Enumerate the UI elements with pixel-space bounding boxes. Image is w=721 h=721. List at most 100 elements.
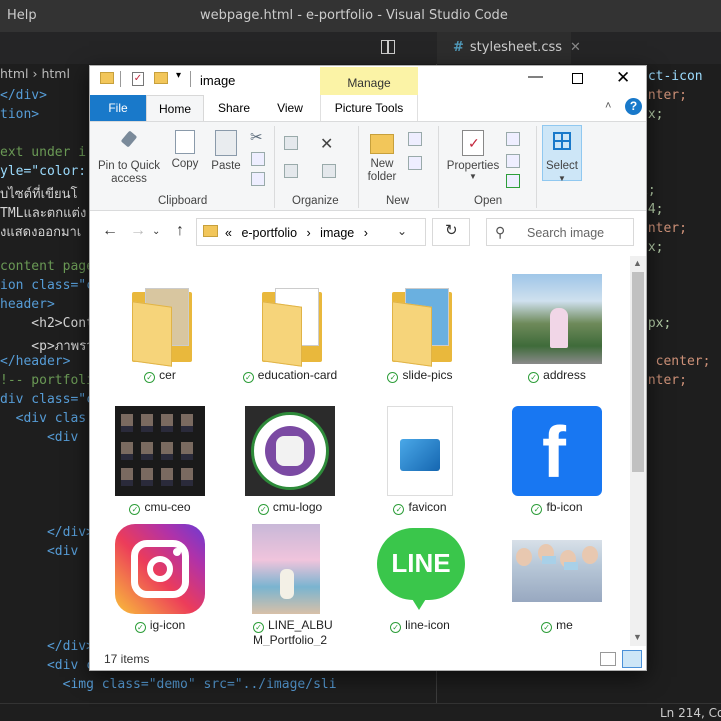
file-item[interactable]: ✓ slide-pics [365,264,475,384]
file-item[interactable]: LINE ✓ line-icon [365,514,475,634]
ribbon-tabs: File Home Share View Picture Tools ˄ ? [90,95,646,121]
tab-view[interactable]: View [264,95,316,121]
tab-home[interactable]: Home [146,95,204,121]
chevron-right-icon[interactable]: › [364,226,368,240]
menu-help[interactable]: Help [7,8,37,23]
divider [190,71,191,87]
delete-icon[interactable]: ✕ [320,134,333,154]
tab-stylesheet[interactable]: # stylesheet.css ✕ [437,32,581,64]
code-line: : center; [640,354,711,369]
breadcrumb-item[interactable]: html [41,66,69,81]
select-button[interactable] [542,125,582,181]
manage-tab[interactable]: Manage [320,67,418,97]
tab-picture-tools[interactable]: Picture Tools [320,95,418,121]
file-item[interactable]: ✓LINE_ALBUM_Portfolio_221106_0 [235,514,345,646]
file-label: ✓ me [502,618,612,633]
up-icon[interactable]: ↑ [176,222,184,240]
edit-icon[interactable] [506,154,520,168]
file-item[interactable]: f ✓ fb-icon [502,396,612,516]
instagram-icon [115,524,205,614]
recent-locations-icon[interactable]: ⌄ [152,226,160,237]
paste-shortcut-icon[interactable] [251,172,265,186]
history-icon[interactable] [506,174,520,188]
file-item[interactable]: ✓ address [502,264,612,384]
forward-icon[interactable]: → [130,222,146,240]
details-view-icon[interactable] [600,652,616,666]
copy-path-icon[interactable] [251,152,265,166]
photo-thumbnail [512,274,602,364]
properties-quick-icon[interactable]: ✓ [132,72,144,86]
scroll-thumb[interactable] [632,272,644,472]
close-tab-icon[interactable]: ✕ [570,40,581,55]
file-explorer-window: ✓ ▾ image Manage — ✕ File Home Share Vie… [89,65,647,671]
file-item[interactable]: ✓ ig-icon [105,514,215,634]
file-item[interactable]: ✓ me [502,514,612,634]
code-line: บไซต์ที่เขียนโ [0,187,78,202]
group-label-clipboard: Clipboard [158,195,208,207]
properties-label: Properties [446,160,500,172]
css-file-icon: # [453,40,464,55]
collapse-ribbon-icon[interactable]: ˄ [605,100,611,112]
file-list-scrollbar[interactable]: ▲ ▼ [630,256,646,646]
group-label-organize: Organize [292,195,339,207]
cursor-position[interactable]: Ln 214, Col [660,706,721,720]
scroll-down-icon[interactable]: ▼ [633,632,642,642]
large-icons-view-icon[interactable] [622,650,642,668]
refresh-icon: ↻ [445,222,458,239]
cut-icon[interactable]: ✂ [250,128,263,146]
new-folder-button[interactable]: New folder [362,130,402,184]
file-item[interactable]: ✓ cmu-ceo [105,396,215,516]
code-line: <h2>Conte [0,316,102,331]
new-folder-quick-icon[interactable] [154,72,168,84]
help-icon[interactable]: ? [625,98,642,115]
open-icon[interactable] [506,132,520,146]
folder-icon [115,274,205,367]
back-icon[interactable]: ← [102,222,118,240]
divider [120,71,121,87]
new-folder-icon [370,134,394,154]
breadcrumb: html › html [0,66,70,81]
crumb-image[interactable]: image [320,226,354,240]
rename-icon[interactable] [322,164,336,178]
tab-share[interactable]: Share [208,95,260,121]
search-box[interactable]: ⚲ Search image [486,218,634,246]
new-item-icon[interactable] [408,132,422,146]
tab-file[interactable]: File [90,95,146,121]
address-bar[interactable]: « e-portfolio › image › ⌄ [196,218,426,246]
file-label: ✓ address [502,368,612,383]
split-editor-icon[interactable] [381,40,395,54]
maximize-icon[interactable] [572,73,583,84]
logo-thumbnail [245,406,335,496]
code-line: !-- portfoli [0,373,94,388]
explorer-status-bar: 17 items [90,648,646,670]
scroll-up-icon[interactable]: ▲ [633,258,642,268]
paste-button[interactable]: Paste [208,130,244,172]
customize-toolbar-icon[interactable]: ▾ [176,70,181,81]
file-label: ✓ fb-icon [502,500,612,515]
file-list: ✓ cer ✓ education-card ✓ slide-pics ✓ addres… [90,256,630,646]
close-icon[interactable]: ✕ [616,68,630,88]
minimize-icon[interactable]: — [528,68,543,85]
file-label: ✓ cer [105,368,215,383]
file-item[interactable]: ✓ favicon [365,396,475,516]
copy-button[interactable]: Copy [168,130,202,170]
code-line: tion> [0,107,40,122]
crumb-e-portfolio[interactable]: e-portfolio [241,226,297,240]
address-dropdown-icon[interactable]: ⌄ [397,224,407,238]
pin-quick-access-button[interactable]: Pin to Quick access [96,130,162,186]
file-item[interactable]: ✓ education-card [235,264,345,384]
properties-button[interactable]: Properties ▼ [442,130,504,181]
chevron-right-icon[interactable]: › [307,226,311,240]
overflow-chevron[interactable]: « [225,226,232,240]
breadcrumb-item[interactable]: html [0,66,28,81]
file-label: ✓LINE_ALBUM_Portfolio_221106_0 [253,618,333,646]
easy-access-icon[interactable] [408,156,422,170]
file-label: ✓ favicon [365,500,475,515]
move-to-icon[interactable] [284,136,298,150]
pin-label: Pin to Quick access [98,160,160,185]
copy-to-icon[interactable] [284,164,298,178]
search-icon: ⚲ [495,224,506,240]
file-item[interactable]: ✓ cer [105,264,215,384]
paste-label: Paste [211,160,241,172]
file-item[interactable]: ✓ cmu-logo [235,396,345,516]
